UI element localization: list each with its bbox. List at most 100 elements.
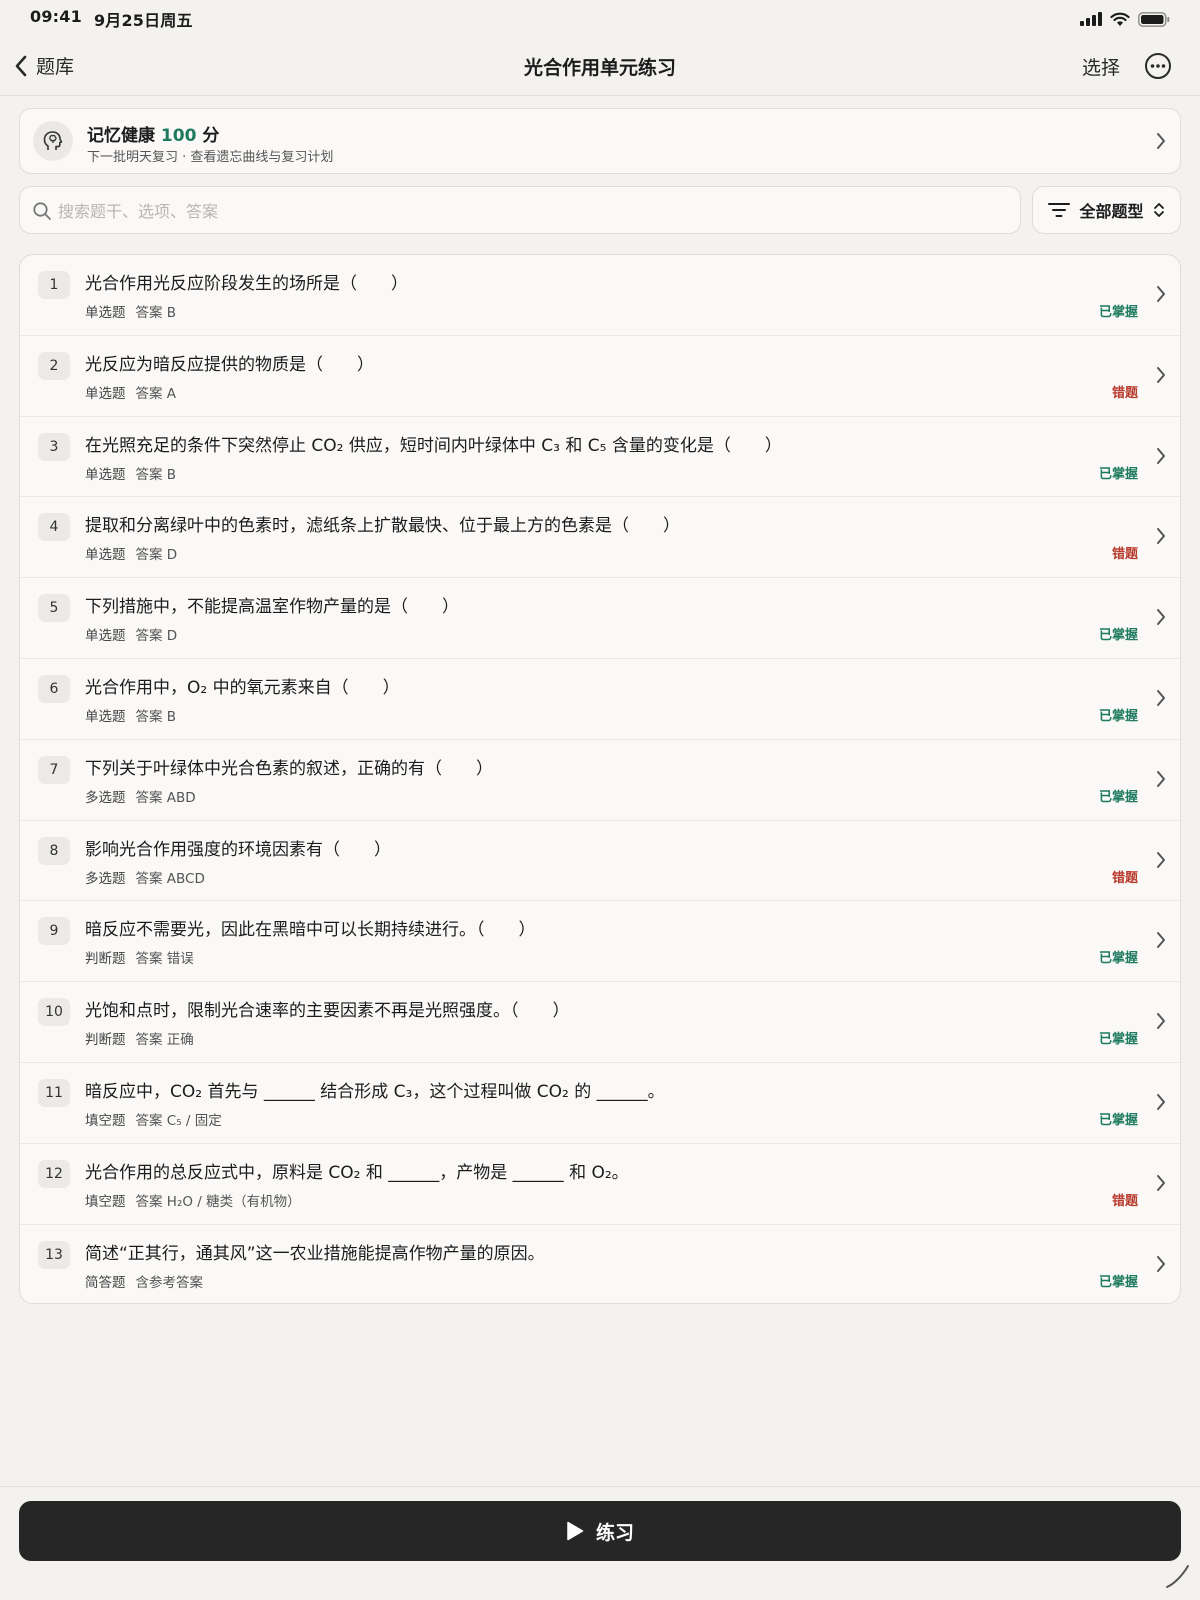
question-type-filter[interactable]: 全部题型	[1032, 186, 1181, 234]
question-number: 1	[38, 271, 70, 299]
question-row[interactable]: 10 光饱和点时，限制光合速率的主要因素不再是光照强度。（ ） 判断题 答案 正确 已掌…	[20, 982, 1180, 1063]
health-title-prefix: 记忆健康	[87, 126, 155, 146]
filter-icon	[1048, 203, 1071, 217]
chevron-right-icon	[1157, 1013, 1165, 1030]
question-answer: 答案 A	[135, 385, 177, 402]
question-answer: 答案 B	[135, 466, 177, 483]
question-row[interactable]: 9 暗反应不需要光，因此在黑暗中可以长期持续进行。（ ） 判断题 答案 错误 已掌握	[20, 901, 1180, 983]
question-row[interactable]: 13 简述“正其行，通其风”这一农业措施能提高作物产量的原因。 简答题 含参考答案 已掌…	[20, 1225, 1180, 1303]
question-meta: 单选题 答案 A	[85, 382, 176, 402]
question-row[interactable]: 11 暗反应中，CO₂ 首先与 ______ 结合形成 C₃，这个过程叫做 CO₂…	[20, 1063, 1180, 1144]
search-input[interactable]	[58, 196, 998, 226]
health-title-suffix: 分	[202, 126, 220, 146]
question-text: 下列关于叶绿体中光合色素的叙述，正确的有（ ）	[85, 758, 493, 779]
question-number: 8	[38, 836, 70, 865]
practice-button[interactable]: 练习	[19, 1501, 1181, 1561]
question-type: 单选题	[85, 547, 126, 564]
question-answer: 答案 D	[135, 547, 178, 564]
question-answer: 含参考答案	[135, 1274, 204, 1291]
question-text: 在光照充足的条件下突然停止 CO₂ 供应，短时间内叶绿体中 C₃ 和 C₅ 含量…	[85, 435, 782, 456]
question-meta: 多选题 答案 ABD	[85, 786, 196, 806]
question-number: 12	[38, 1159, 70, 1188]
status-badge: 已掌握	[1098, 1032, 1138, 1048]
question-number: 2	[38, 351, 70, 380]
battery-icon	[1138, 11, 1170, 27]
chevron-right-icon	[1157, 133, 1165, 149]
status-badge: 错题	[1111, 1193, 1138, 1209]
question-row[interactable]: 5 下列措施中，不能提高温室作物产量的是（ ） 单选题 答案 D 已掌握	[20, 578, 1180, 659]
question-answer: 答案 ABD	[135, 789, 196, 806]
question-text: 光饱和点时，限制光合速率的主要因素不再是光照强度。（ ）	[85, 1001, 570, 1022]
question-answer: 答案 B	[135, 305, 177, 321]
nav-bar: 题库 光合作用单元练习 选择	[0, 38, 1200, 96]
question-type: 多选题	[85, 870, 126, 887]
page-title: 光合作用单元练习	[523, 57, 676, 79]
play-icon	[567, 1521, 584, 1541]
question-answer: 答案 B	[135, 708, 177, 725]
status-badge: 已掌握	[1098, 789, 1138, 805]
search-box[interactable]	[19, 186, 1021, 234]
chevron-right-icon	[1157, 447, 1165, 464]
question-answer: 答案 H₂O / 糖类（有机物）	[135, 1193, 301, 1210]
question-meta: 多选题 答案 ABCD	[85, 867, 205, 887]
select-button[interactable]: 选择	[1082, 53, 1120, 80]
health-score: 100	[160, 126, 197, 146]
status-badge: 已掌握	[1098, 305, 1138, 320]
question-number: 11	[38, 1078, 70, 1107]
more-options-icon[interactable]	[1144, 52, 1172, 80]
question-row[interactable]: 3 在光照充足的条件下突然停止 CO₂ 供应，短时间内叶绿体中 C₃ 和 C₅ 含…	[20, 417, 1180, 498]
question-row[interactable]: 4 提取和分离绿叶中的色素时，滤纸条上扩散最快、位于最上方的色素是（ ） 单选题 答案…	[20, 497, 1180, 579]
memory-health-title: 记忆健康 100 分	[87, 121, 219, 146]
question-text: 光合作用的总反应式中，原料是 CO₂ 和 ______，产物是 ______ 和…	[85, 1162, 629, 1183]
question-list: 1 光合作用光反应阶段发生的场所是（ ）单选题 答案 B 已掌握 2 光反应为暗反应提供的…	[19, 254, 1181, 1304]
question-type: 填空题	[85, 1193, 126, 1210]
search-icon	[33, 202, 51, 220]
question-meta: 单选题 答案 B	[85, 463, 176, 483]
status-badge: 已掌握	[1098, 628, 1138, 644]
question-meta: 填空题 答案 C₅ / 固定	[85, 1109, 222, 1129]
question-row[interactable]: 1 光合作用光反应阶段发生的场所是（ ） 单选题 答案 B 已掌握	[20, 255, 1180, 336]
question-row[interactable]: 12 光合作用的总反应式中，原料是 CO₂ 和 ______，产物是 ______…	[20, 1144, 1180, 1225]
question-row[interactable]: 6 光合作用中，O₂ 中的氧元素来自（ ） 单选题 答案 B 已掌握	[20, 659, 1180, 740]
status-badge: 已掌握	[1098, 1112, 1138, 1128]
chevron-right-icon	[1157, 770, 1165, 787]
question-text: 影响光合作用强度的环境因素有（ ）	[85, 839, 391, 860]
question-answer: 答案 ABCD	[135, 870, 205, 887]
question-type: 单选题	[85, 305, 126, 321]
question-type: 多选题	[85, 789, 126, 806]
memory-health-card[interactable]: 记忆健康 100 分 下一批明天复习 · 查看遗忘曲线与复习计划	[19, 108, 1181, 174]
cellular-signal-icon	[1080, 12, 1102, 26]
question-number: 6	[38, 674, 70, 703]
question-row[interactable]: 8 影响光合作用强度的环境因素有（ ） 多选题 答案 ABCD 错题	[20, 821, 1180, 902]
question-type: 单选题	[85, 628, 126, 645]
question-row[interactable]: 7 下列关于叶绿体中光合色素的叙述，正确的有（ ） 多选题 答案 ABD 已掌握	[20, 740, 1180, 821]
status-date: 9月25日周五	[93, 11, 193, 30]
question-text: 下列措施中，不能提高温室作物产量的是（ ）	[85, 597, 459, 618]
question-text: 暗反应中，CO₂ 首先与 ______ 结合形成 C₃，这个过程叫做 CO₂ 的…	[85, 1081, 665, 1102]
chevron-right-icon	[1157, 286, 1165, 302]
question-answer: 答案 C₅ / 固定	[135, 1112, 222, 1129]
status-badge: 错题	[1111, 547, 1138, 563]
wifi-icon	[1110, 12, 1130, 26]
question-meta: 单选题 答案 D	[85, 624, 177, 644]
question-type: 单选题	[85, 385, 126, 402]
question-type: 判断题	[85, 1032, 126, 1049]
chevron-right-icon	[1157, 851, 1165, 868]
question-meta: 单选题 答案 B	[85, 301, 176, 321]
question-meta: 单选题 答案 B	[85, 705, 176, 725]
question-type: 单选题	[85, 466, 126, 483]
question-type: 简答题	[85, 1274, 126, 1291]
question-type: 单选题	[85, 708, 126, 725]
question-row[interactable]: 2 光反应为暗反应提供的物质是（ ） 单选题 答案 A 错题	[20, 336, 1180, 417]
status-left: 09:41 9月25日周五	[30, 7, 193, 31]
question-number: 10	[38, 998, 70, 1027]
chevron-right-icon	[1157, 1255, 1165, 1272]
question-text: 简述“正其行，通其风”这一农业措施能提高作物产量的原因。	[85, 1243, 545, 1264]
question-text: 光合作用光反应阶段发生的场所是（ ）	[85, 274, 408, 294]
question-meta: 判断题 答案 正确	[85, 1028, 194, 1048]
chevron-right-icon	[1157, 689, 1165, 706]
status-time: 09:41	[30, 7, 82, 26]
chevron-right-icon	[1157, 1174, 1165, 1191]
question-text: 光合作用中，O₂ 中的氧元素来自（ ）	[85, 677, 400, 698]
status-bar: 09:41 9月25日周五	[0, 0, 1200, 38]
